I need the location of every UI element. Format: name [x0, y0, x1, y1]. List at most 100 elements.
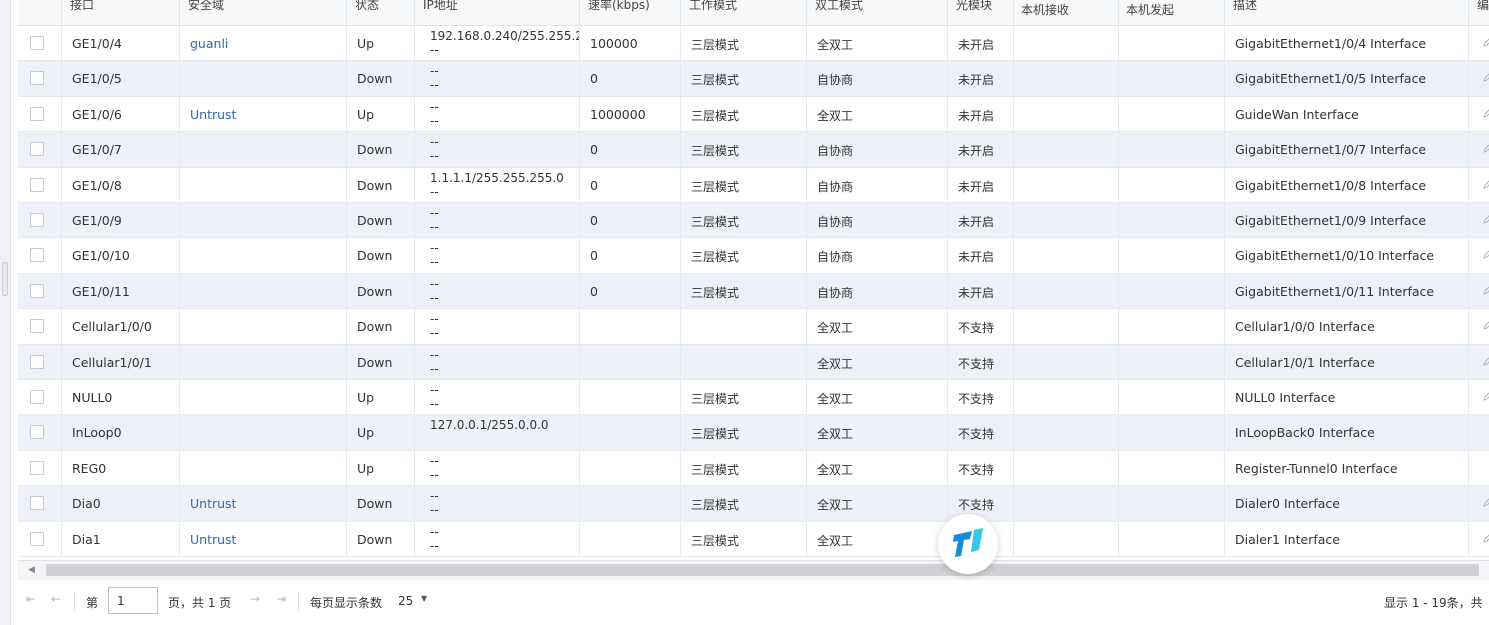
per-page-select[interactable]: 25: [398, 594, 413, 608]
pencil-icon[interactable]: [1483, 179, 1489, 189]
pencil-icon[interactable]: [1483, 143, 1489, 153]
left-collapse-strip[interactable]: [0, 0, 11, 625]
cell-duplex: 全双工: [807, 521, 948, 556]
page-number-input[interactable]: [108, 587, 158, 614]
row-checkbox[interactable]: [30, 531, 44, 546]
cell-ip: 192.168.0.240/255.255.255.0--: [415, 26, 580, 61]
pencil-icon[interactable]: [1483, 37, 1489, 47]
cell-status: Down: [347, 309, 415, 344]
opt-value: 未开启: [958, 250, 995, 265]
cell-zone: [180, 167, 347, 202]
header-col-duplex[interactable]: 双工模式: [807, 0, 948, 26]
table-row[interactable]: Dia1UntrustDown----三层模式全双工不支持Dialer1 Int…: [18, 521, 1489, 557]
last-page-icon[interactable]: ⇥: [276, 592, 286, 606]
name-value: GE1/0/7: [72, 142, 122, 158]
next-page-icon[interactable]: →: [250, 592, 260, 606]
first-page-icon[interactable]: ⇤: [26, 592, 36, 606]
cell-send: [1119, 238, 1225, 273]
pager-divider: [74, 592, 75, 610]
row-checkbox[interactable]: [30, 36, 44, 50]
table-row[interactable]: GE1/0/10 Down -- -- 0 三层模式 自协商 未开启 GigabitEthern…: [18, 238, 1489, 274]
row-checkbox[interactable]: [30, 177, 44, 192]
horizontal-scrollbar[interactable]: ◀: [18, 560, 1489, 580]
table-row[interactable]: GE1/0/5 Down -- -- 0 三层模式 自协商 未开启 GigabitEtherne…: [18, 61, 1489, 97]
header-col-desc[interactable]: 描述: [1225, 0, 1469, 26]
zone-value[interactable]: Untrust: [190, 496, 236, 511]
cell-duplex: 自协商: [807, 132, 948, 167]
header-col-rate[interactable]: 速率(kbps): [580, 0, 681, 26]
header-col-mode[interactable]: 工作模式: [681, 0, 807, 26]
table-row[interactable]: GE1/0/9 Down -- -- 0 三层模式 自协商 未开启 GigabitEtherne…: [18, 203, 1489, 239]
table-row[interactable]: Cellular1/0/1 Down -- -- 全双工 不支持 Cellular1/0/1…: [18, 344, 1489, 380]
row-checkbox[interactable]: [30, 390, 44, 404]
cell-status: Down: [347, 238, 415, 273]
zone-value[interactable]: guanli: [190, 36, 228, 51]
row-checkbox[interactable]: [30, 319, 44, 334]
cell-duplex: 全双工: [807, 309, 948, 344]
row-checkbox[interactable]: [30, 213, 44, 227]
pencil-icon[interactable]: [1483, 497, 1489, 507]
scroll-left-icon[interactable]: ◀: [28, 565, 35, 575]
table-row[interactable]: NULL0 Up -- -- 三层模式 全双工 不支持 NULL0 Interface: [18, 380, 1489, 416]
header-col-status[interactable]: 状态: [347, 0, 415, 26]
table-row[interactable]: GE1/0/7 Down -- -- 0 三层模式 自协商 未开启 GigabitEtherne…: [18, 132, 1489, 168]
prev-page-icon[interactable]: ←: [51, 592, 61, 606]
cell-ip: -- --: [415, 486, 580, 521]
cell-mode: 三层模式: [681, 450, 807, 486]
pencil-icon[interactable]: [1483, 285, 1489, 295]
row-checkbox[interactable]: [30, 460, 44, 475]
cell-duplex: 全双工: [807, 26, 948, 61]
header-col-optical[interactable]: 光模块: [948, 0, 1014, 26]
pencil-icon[interactable]: [1483, 214, 1489, 224]
table-row[interactable]: REG0 Up -- -- 三层模式 全双工 不支持 Register-Tunnel0 Int…: [18, 450, 1489, 487]
row-checkbox[interactable]: [30, 354, 44, 369]
collapse-grip-handle[interactable]: [2, 262, 8, 296]
floating-app-logo-icon[interactable]: [938, 514, 998, 574]
row-checkbox[interactable]: [30, 248, 44, 263]
row-checkbox[interactable]: [30, 142, 44, 157]
ipv6-address-value: --: [430, 538, 439, 553]
cell-rate: 0: [580, 61, 681, 96]
cell-chk: [18, 415, 62, 450]
header-col-edit[interactable]: 编辑: [1469, 0, 1489, 26]
duplex-value: 全双工: [817, 533, 854, 548]
status-value: Down: [357, 213, 393, 228]
cell-status: Up: [347, 450, 415, 486]
table-row[interactable]: GE1/0/6 Untrust Up -- -- 1000000 三层模式 全双工 未开启 Gui…: [18, 96, 1489, 133]
cell-name: GE1/0/8: [62, 167, 180, 202]
table-row[interactable]: Cellular1/0/0 Down -- -- 全双工 不支持 Cellular1/0/0…: [18, 309, 1489, 345]
pencil-icon[interactable]: [1483, 108, 1489, 118]
cell-ip: -- --: [415, 61, 580, 96]
pencil-icon[interactable]: [1483, 356, 1489, 366]
row-checkbox[interactable]: [30, 425, 44, 440]
pencil-icon[interactable]: [1483, 533, 1489, 543]
pencil-icon[interactable]: [1483, 72, 1489, 83]
cell-chk: [18, 486, 62, 521]
cell-mode: 三层模式: [681, 132, 807, 167]
cell-opt: 未开启: [948, 26, 1014, 61]
row-checkbox[interactable]: [30, 71, 44, 86]
cell-recv: [1014, 521, 1119, 556]
pencil-icon[interactable]: [1483, 320, 1489, 330]
row-checkbox[interactable]: [30, 106, 44, 121]
pencil-icon[interactable]: [1483, 391, 1489, 401]
zone-value[interactable]: Untrust: [190, 107, 236, 122]
table-row[interactable]: GE1/0/4 guanli Up 192.168.0.240/255.255.255…: [18, 26, 1489, 62]
header-col-interface[interactable]: 接口: [62, 0, 180, 26]
header-col-zone[interactable]: 安全域: [180, 0, 347, 26]
scrollbar-thumb[interactable]: [46, 564, 1479, 576]
zone-value[interactable]: Untrust: [190, 532, 236, 547]
cell-duplex: 自协商: [807, 203, 948, 238]
table-row[interactable]: GE1/0/8 Down 1.1.1.1/255.255.255.0 -- 0 三层模式 自…: [18, 167, 1489, 203]
chevron-down-icon[interactable]: ▼: [421, 594, 427, 603]
row-checkbox[interactable]: [30, 496, 44, 511]
row-checkbox[interactable]: [30, 283, 44, 298]
table-row[interactable]: Dia0 Untrust Down -- -- 三层模式 全双工 不支持 Dialer0 Int…: [18, 486, 1489, 522]
cell-desc: GigabitEthernet1/0/8 Interface: [1225, 167, 1469, 202]
table-row[interactable]: GE1/0/11 Down -- -- 0 三层模式 自协商 未开启 GigabitEthern…: [18, 273, 1489, 310]
table-row[interactable]: InLoop0 Up 127.0.0.1/255.0.0.0 三层模式 全双工 不支持 In…: [18, 415, 1489, 451]
mode-value: 三层模式: [691, 427, 740, 442]
cell-zone: Untrust: [180, 521, 347, 556]
pencil-icon[interactable]: [1483, 249, 1489, 260]
header-col-ip[interactable]: IP地址: [415, 0, 580, 26]
